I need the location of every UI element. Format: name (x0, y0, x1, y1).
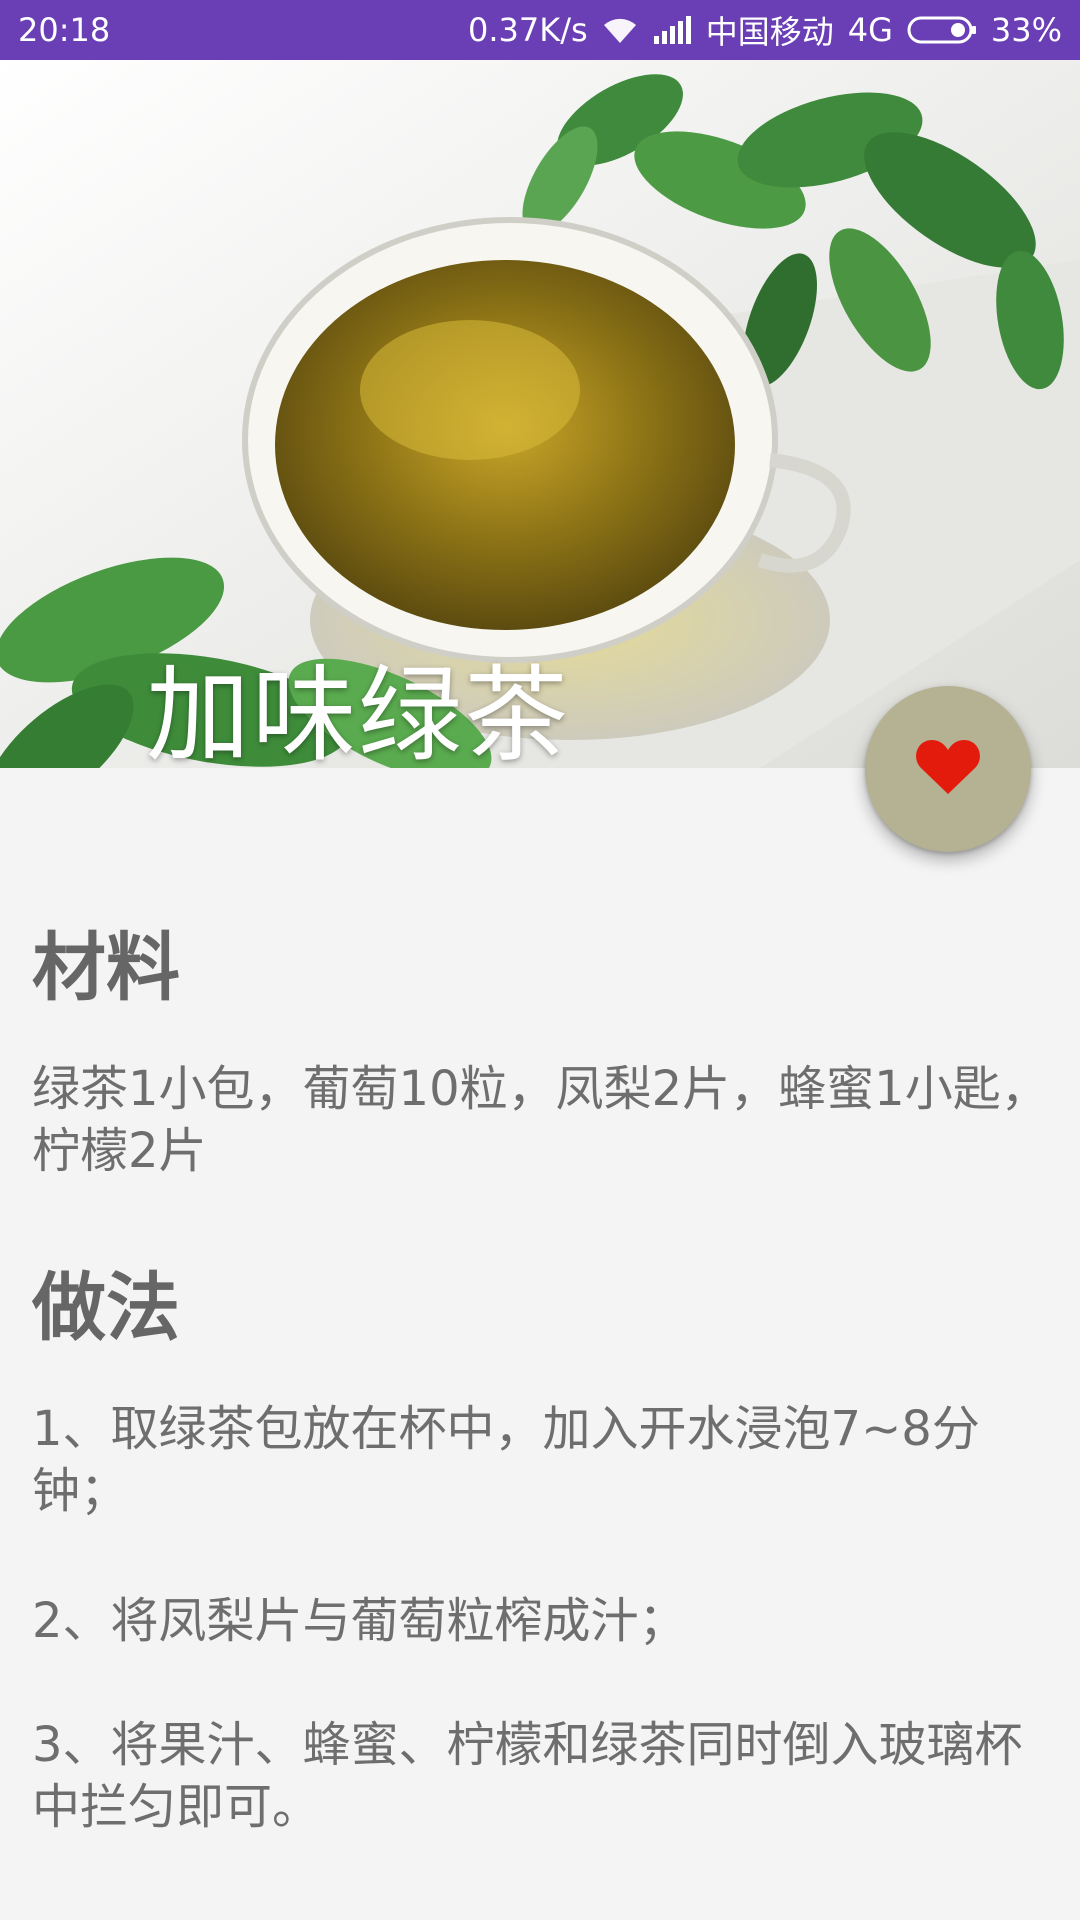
recipe-title: 加味绿茶 (146, 654, 571, 768)
status-bar: 20:18 0.37K/s 中国移动 4G 33% (0, 0, 1080, 60)
battery-icon (907, 15, 977, 45)
battery-percent: 33% (990, 11, 1062, 49)
method-step-3: 3、将果汁、蜂蜜、柠檬和绿茶同时倒入玻璃杯中拦匀即可。 (32, 1717, 1023, 1835)
status-time: 20:18 (18, 11, 111, 49)
signal-icon (652, 16, 692, 44)
favorite-button[interactable] (865, 686, 1031, 852)
carrier-name: 中国移动 (705, 13, 834, 51)
wifi-icon (602, 15, 638, 45)
materials-heading: 材料 (32, 925, 180, 1011)
recipe-hero-image: 加味绿茶 (0, 60, 1080, 768)
method-step-2: 2、将凤梨片与葡萄粒榨成汁； (32, 1593, 687, 1649)
heart-icon (915, 738, 981, 800)
net-speed: 0.37K/s (468, 11, 588, 49)
materials-text: 绿茶1小包，葡萄10粒，凤梨2片，蜂蜜1小匙，柠檬2片 (32, 1061, 1049, 1179)
method-heading: 做法 (32, 1265, 180, 1351)
method-step-1: 1、取绿茶包放在杯中，加入开水浸泡7~8分钟； (32, 1401, 980, 1519)
status-right: 0.37K/s 中国移动 4G 33% (468, 7, 1062, 53)
network-type: 4G (847, 11, 893, 49)
